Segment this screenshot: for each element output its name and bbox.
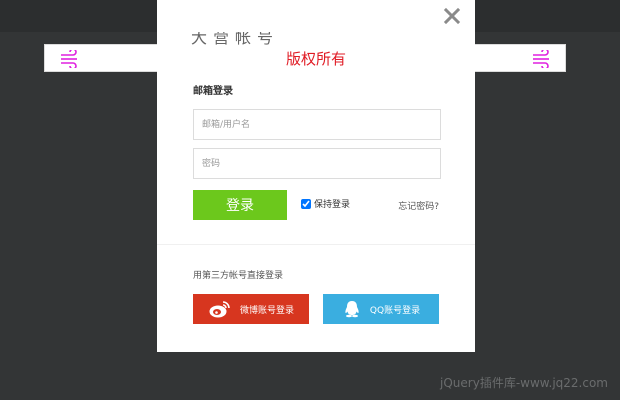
- remember-checkbox[interactable]: [301, 198, 311, 209]
- password-field[interactable]: [193, 148, 441, 179]
- email-field[interactable]: [193, 109, 441, 140]
- copyright-text: 版权所有: [285, 50, 346, 68]
- weibo-login-button[interactable]: 微博账号登录: [193, 294, 309, 324]
- remember-label: 保持登录: [314, 200, 351, 210]
- email-login-heading: 邮箱登录: [193, 86, 233, 97]
- remember-login[interactable]: 保持登录: [301, 197, 350, 210]
- login-button[interactable]: 登录: [193, 190, 287, 220]
- wind-icon: [533, 50, 549, 68]
- weibo-icon: [209, 301, 230, 318]
- watermark: jQuery插件库-www.jq22.com: [440, 376, 608, 390]
- qq-login-label: QQ账号登录: [369, 305, 421, 316]
- login-modal: 大营帐号 版权所有 邮箱登录 登录 保持登录 忘记密码? 用第三方帐号直接登录 …: [157, 0, 475, 352]
- weibo-login-label: 微博账号登录: [239, 305, 294, 316]
- close-icon[interactable]: [443, 7, 461, 25]
- divider: [157, 244, 475, 245]
- wind-icon: [61, 50, 77, 68]
- qq-penguin-icon: [345, 301, 359, 318]
- third-party-heading: 用第三方帐号直接登录: [193, 271, 284, 281]
- modal-title: 大营帐号: [191, 32, 281, 46]
- modal-title-text: 大营帐号: [191, 32, 280, 46]
- qq-login-button[interactable]: QQ账号登录: [323, 294, 439, 324]
- forgot-password-link[interactable]: 忘记密码?: [398, 199, 439, 212]
